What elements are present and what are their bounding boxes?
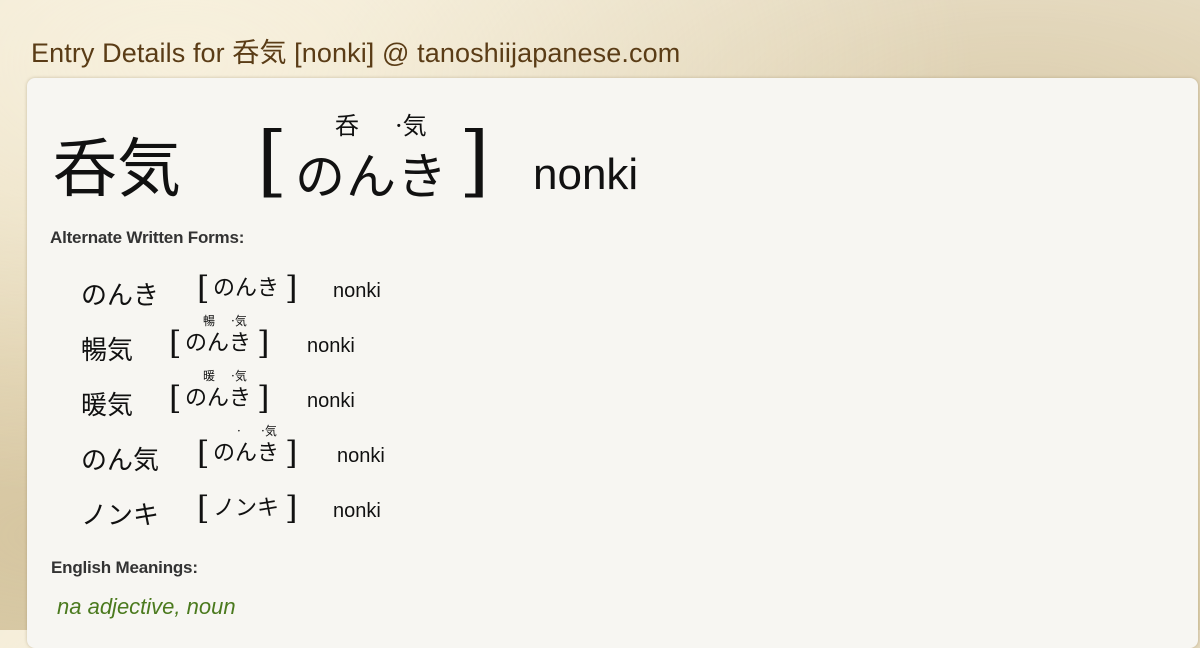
main-furigana-1: 呑 <box>335 112 359 140</box>
alternate-form-romaji: nonki <box>307 335 355 357</box>
alternate-form-kana: のんき <box>185 386 252 411</box>
bracket-open: [ <box>169 379 182 417</box>
alternate-form-romaji: nonki <box>333 280 381 302</box>
main-bracket-open: [ <box>257 116 288 206</box>
bracket-open: [ <box>169 324 182 362</box>
bracket-close: ] <box>285 489 298 527</box>
alternate-form-furigana-2: ·気 <box>231 369 247 383</box>
alternate-form-kana: ノンキ <box>213 496 280 521</box>
bracket-open: [ <box>197 434 210 472</box>
alternate-form-furigana-2: ·気 <box>261 424 277 438</box>
alternate-form-kana: のんき <box>213 276 280 301</box>
alternate-form-furigana-1: 暖 <box>203 369 216 383</box>
alternate-form-romaji: nonki <box>333 500 381 522</box>
entry-card: 呑気 [ 呑 ·気 のんき ] nonki Alternate Written … <box>27 78 1198 648</box>
main-entry-romaji: nonki <box>533 150 639 199</box>
page-title: Entry Details for 呑気 [nonki] @ tanoshiij… <box>31 38 681 68</box>
part-of-speech: na adjective, noun <box>57 594 236 619</box>
alternate-form-row: 暢気 [ 暢 ·気 のんき ] nonki <box>81 315 681 366</box>
bracket-close: ] <box>285 434 298 472</box>
bracket-open: [ <box>197 489 210 527</box>
bracket-close: ] <box>285 269 298 307</box>
alternate-form-word: ノンキ <box>81 501 160 531</box>
alternate-form-furigana-1: · <box>237 424 241 438</box>
english-meanings-label: English Meanings: <box>51 558 198 577</box>
alternate-form-kana: のんき <box>213 441 280 466</box>
bracket-close: ] <box>257 379 270 417</box>
alternate-form-romaji: nonki <box>337 445 385 467</box>
alternate-form-romaji: nonki <box>307 390 355 412</box>
main-furigana-2: ·気 <box>395 112 427 140</box>
bracket-open: [ <box>197 269 210 307</box>
alternate-form-word: 暢気 <box>81 336 134 366</box>
alternate-form-row: ノンキ [ ノンキ ] nonki <box>81 486 681 531</box>
main-entry-kanji: 呑気 <box>53 133 181 207</box>
bracket-close: ] <box>257 324 270 362</box>
main-entry-kana: のんき <box>295 148 448 206</box>
main-entry: 呑気 [ 呑 ·気 のんき ] nonki <box>53 102 753 212</box>
alternate-form-row: 暖気 [ 暖 ·気 のんき ] nonki <box>81 370 681 421</box>
alternate-form-row: のん気 [ · ·気 のんき ] nonki <box>81 425 681 476</box>
main-bracket-close: ] <box>459 116 490 206</box>
alternate-form-furigana-2: ·気 <box>231 314 247 328</box>
alternate-forms-label: Alternate Written Forms: <box>50 228 245 247</box>
alternate-form-word: のんき <box>81 281 160 311</box>
alternate-form-kana: のんき <box>185 331 252 356</box>
alternate-form-word: のん気 <box>81 446 160 476</box>
alternate-form-word: 暖気 <box>81 391 134 421</box>
alternate-form-furigana-1: 暢 <box>203 314 216 328</box>
alternate-form-row: のんき [ のんき ] nonki <box>81 266 681 311</box>
